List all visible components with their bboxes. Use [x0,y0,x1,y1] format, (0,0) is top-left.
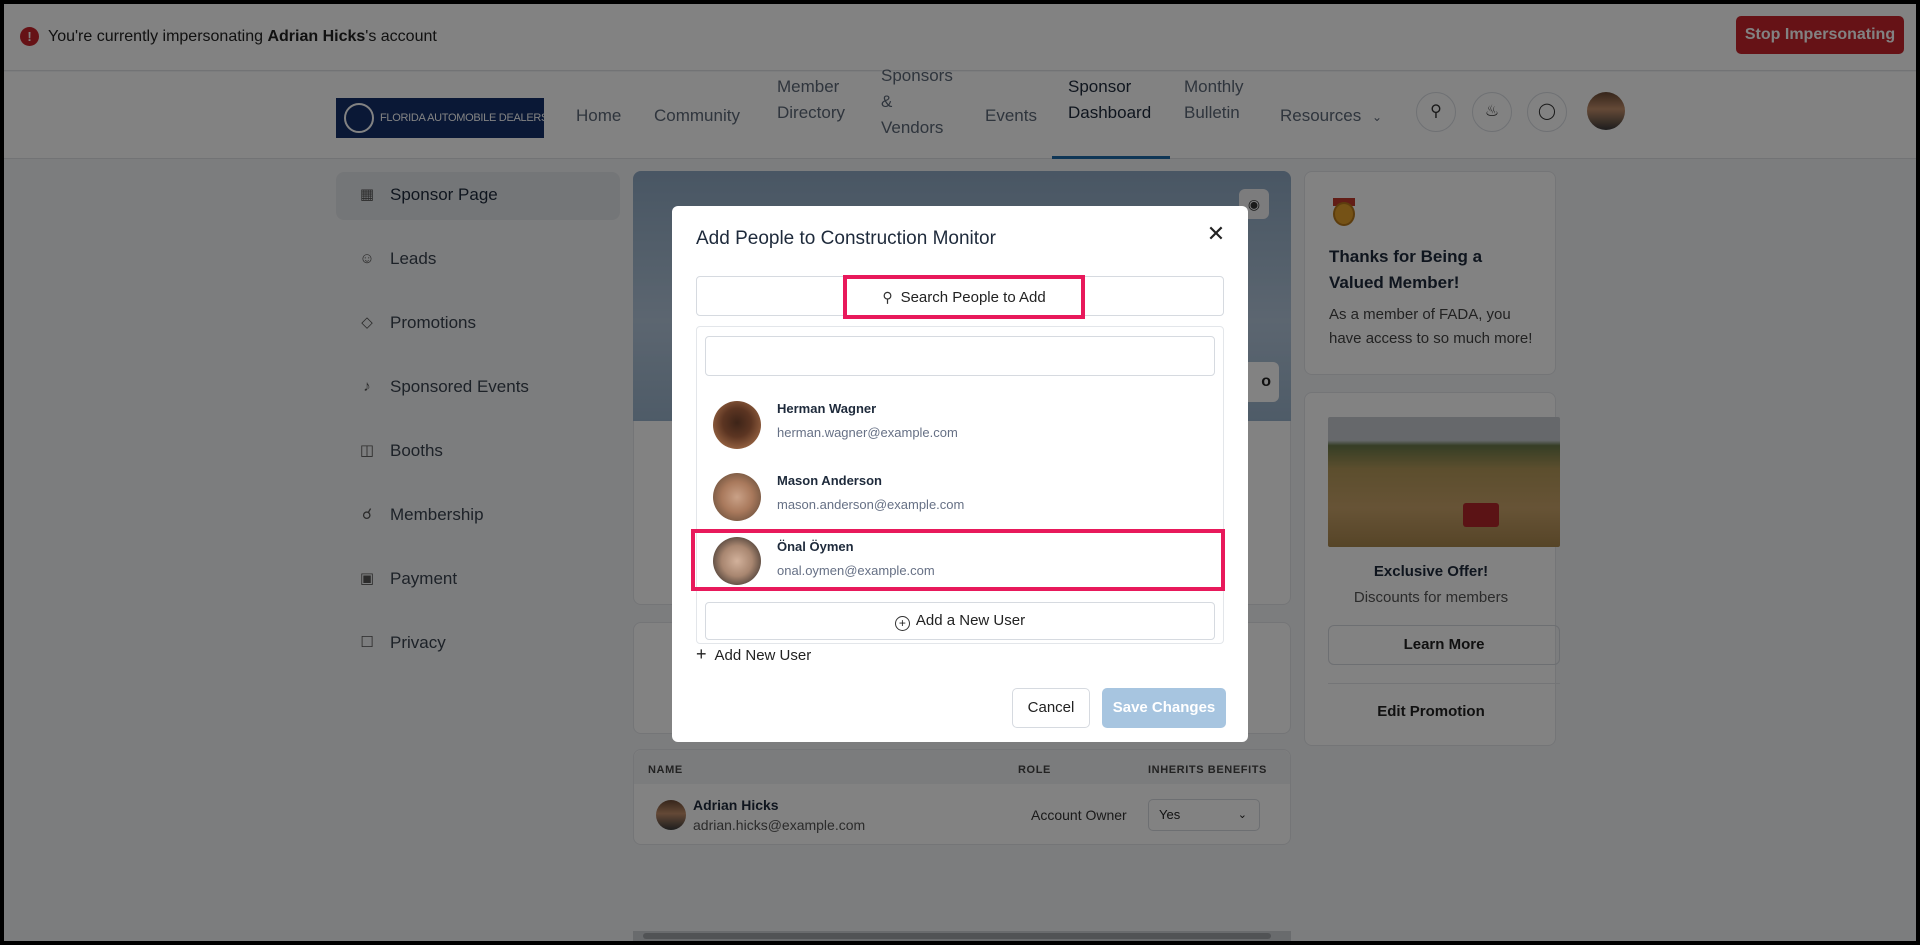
person-email: onal.oymen@example.com [777,563,935,578]
selection-highlight [691,529,1225,591]
search-icon: ⚲ [882,289,893,305]
person-name: Mason Anderson [777,473,882,488]
people-dropdown: Herman Wagner herman.wagner@example.com … [691,326,1225,644]
add-new-user-option[interactable]: + Add a New User [705,602,1215,640]
avatar [713,473,761,521]
person-option[interactable]: Herman Wagner herman.wagner@example.com [697,387,1223,459]
save-changes-button[interactable]: Save Changes [1102,688,1226,728]
person-option-selected[interactable]: Önal Öymen onal.oymen@example.com [691,529,1225,603]
plus-icon: + [696,644,707,664]
avatar [713,537,761,585]
add-new-user-link[interactable]: + Add New User [696,644,811,665]
plus-circle-icon: + [894,616,910,631]
person-name: Herman Wagner [777,401,877,416]
person-option[interactable]: Mason Anderson mason.anderson@example.co… [697,459,1223,531]
search-people-button[interactable]: ⚲ Search People to Add [843,275,1085,319]
close-icon[interactable]: ✕ [1202,220,1230,248]
people-filter-input[interactable] [705,336,1215,376]
app-frame: ! You're currently impersonating Adrian … [4,4,1916,941]
search-people-field[interactable]: ⚲ Search People to Add [696,275,1224,319]
person-email: herman.wagner@example.com [777,425,958,440]
avatar [713,401,761,449]
person-email: mason.anderson@example.com [777,497,965,512]
add-people-dialog: Add People to Construction Monitor ✕ ⚲ Se… [672,206,1248,742]
dialog-title: Add People to Construction Monitor [696,228,996,249]
person-name: Önal Öymen [777,539,854,554]
cancel-button[interactable]: Cancel [1012,688,1090,728]
